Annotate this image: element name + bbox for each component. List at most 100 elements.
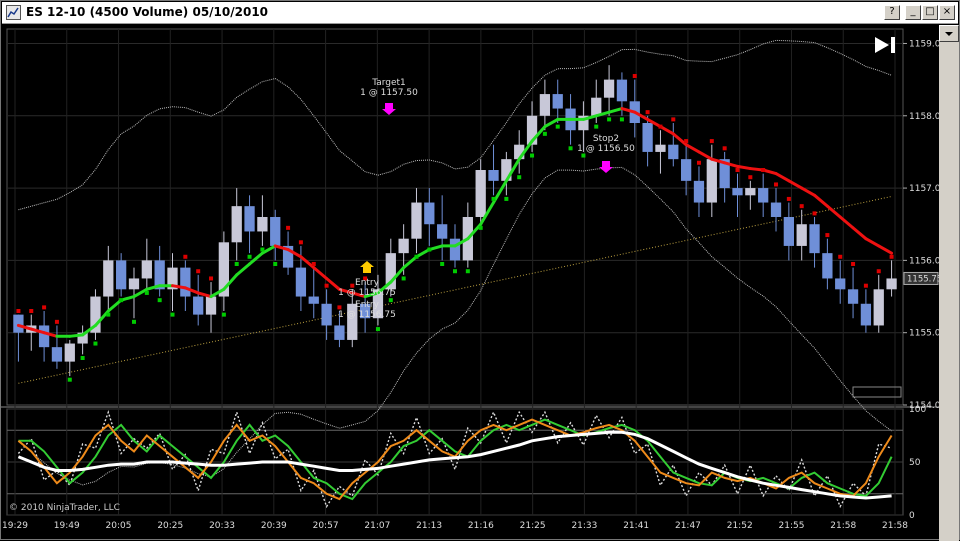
minimize-button[interactable]: _ [905,5,921,20]
candle-body [745,188,756,196]
time-tick-label: 21:41 [623,521,649,531]
last-price-label: 1155.75 [907,274,939,284]
candle-body [770,202,782,217]
moving-average-segment [787,179,804,190]
chart-window: ES 12-10 (4500 Volume) 05/10/2010 ? _ □ … [0,0,960,541]
trailing-stop-dot [504,196,509,201]
candle-body [475,170,486,217]
right-side-panel [939,25,959,541]
dropdown-arrow-icon[interactable] [939,25,959,42]
trailing-stop-dot [388,298,393,303]
candle-body [193,296,204,315]
time-tick-label: 20:05 [106,521,132,531]
trailing-stop-dot [568,146,573,151]
trailing-stop-dot [465,269,470,274]
trailing-stop-dot [16,309,21,313]
candle-body [758,188,769,203]
moving-average-segment [813,193,829,208]
candle-body [38,325,50,348]
trailing-stop-dot [555,124,560,129]
time-tick-label: 20:25 [157,521,183,531]
candle-body [244,206,255,232]
candle-body [411,202,422,239]
oscillator-tick-label: 100 [909,405,926,415]
trailing-stop-dot [594,124,599,129]
maximize-button[interactable]: □ [922,5,938,20]
trailing-stop-dot [375,327,380,332]
entry-label: Entry [355,278,380,288]
trailing-stop-dot [427,247,432,252]
close-button[interactable]: × [939,5,955,20]
candle-body [809,224,820,254]
oscillator-dotted-line [17,409,892,509]
candle-body [783,217,794,246]
trailing-stop-dot [131,319,136,324]
trailing-stop-dot [119,298,124,303]
trailing-stop-dot [414,254,419,259]
target-price-label: 1 @ 1157.50 [360,88,418,98]
trailing-stop-dot [774,182,779,187]
entry-arrow-icon [360,261,374,273]
moving-average-segment [312,266,329,280]
oscillator-orange-line [17,418,893,501]
trailing-stop-dot [542,131,547,136]
time-tick-label: 19:49 [54,521,80,531]
help-button[interactable]: ? [884,5,900,20]
trailing-stop-dot [786,196,791,201]
time-tick-label: 20:33 [209,521,235,531]
candle-body [655,144,666,152]
time-tick-label: 20:57 [313,521,339,531]
candle-body [706,159,717,203]
trailing-stop-dot [838,254,843,259]
candle-body [128,278,140,290]
candle-body [873,289,884,326]
stop-label: Stop2 [593,134,619,144]
moving-average-segment [697,150,714,161]
trailing-stop-dot [67,377,72,382]
moving-average-segment [607,107,624,114]
oscillator-green-line [18,418,893,501]
trailing-stop-dot [491,196,496,201]
title-bar[interactable]: ES 12-10 (4500 Volume) 05/10/2010 ? _ □ … [2,2,958,24]
price-panel-frame [6,28,904,406]
target-arrow-icon [382,103,396,115]
moving-average-segment [825,204,842,219]
trailing-stop-dot [170,312,175,317]
trailing-stop-dot [260,247,265,252]
trailing-stop-dot [144,290,149,295]
moving-average-segment [196,291,213,299]
candle-body [693,180,705,203]
candle-body [835,278,846,290]
trailing-stop-dot [247,254,252,259]
price-tick-label: 1159.00 [909,39,939,49]
candle-body [603,79,615,98]
trailing-stop-dot [93,341,98,346]
candle-body [437,224,448,239]
trailing-stop-dot [440,262,445,266]
trailing-stop-dot [619,117,624,122]
trailing-stop-dot [812,211,817,216]
trailing-stop-dot [607,117,612,122]
moving-average-segment [171,284,187,290]
moving-average-segment [851,226,868,241]
trailing-stop-dot [298,240,303,245]
candle-body [116,260,127,290]
skip-forward-icon[interactable] [873,35,897,55]
candle-body [257,217,268,232]
trailing-stop-dot [581,153,586,158]
time-tick-label: 21:52 [727,521,753,531]
copyright-label: © 2010 NinjaTrader, LLC [9,503,120,513]
candle-body [424,202,435,225]
trailing-stop-dot [735,168,740,172]
chart-app-icon [6,5,21,20]
candle-body [616,79,628,102]
trailing-stop-dot [658,124,663,129]
trailing-stop-dot [183,254,188,259]
entry-label-2: Entry [355,300,380,310]
trailing-stop-dot [401,276,406,281]
time-tick-label: 21:16 [468,521,494,531]
candle-body [552,94,563,109]
trailing-stop-dot [889,254,894,259]
candle-body [141,260,152,279]
price-chart[interactable]: 1159.001158.001157.001156.001155.001154.… [1,25,939,541]
